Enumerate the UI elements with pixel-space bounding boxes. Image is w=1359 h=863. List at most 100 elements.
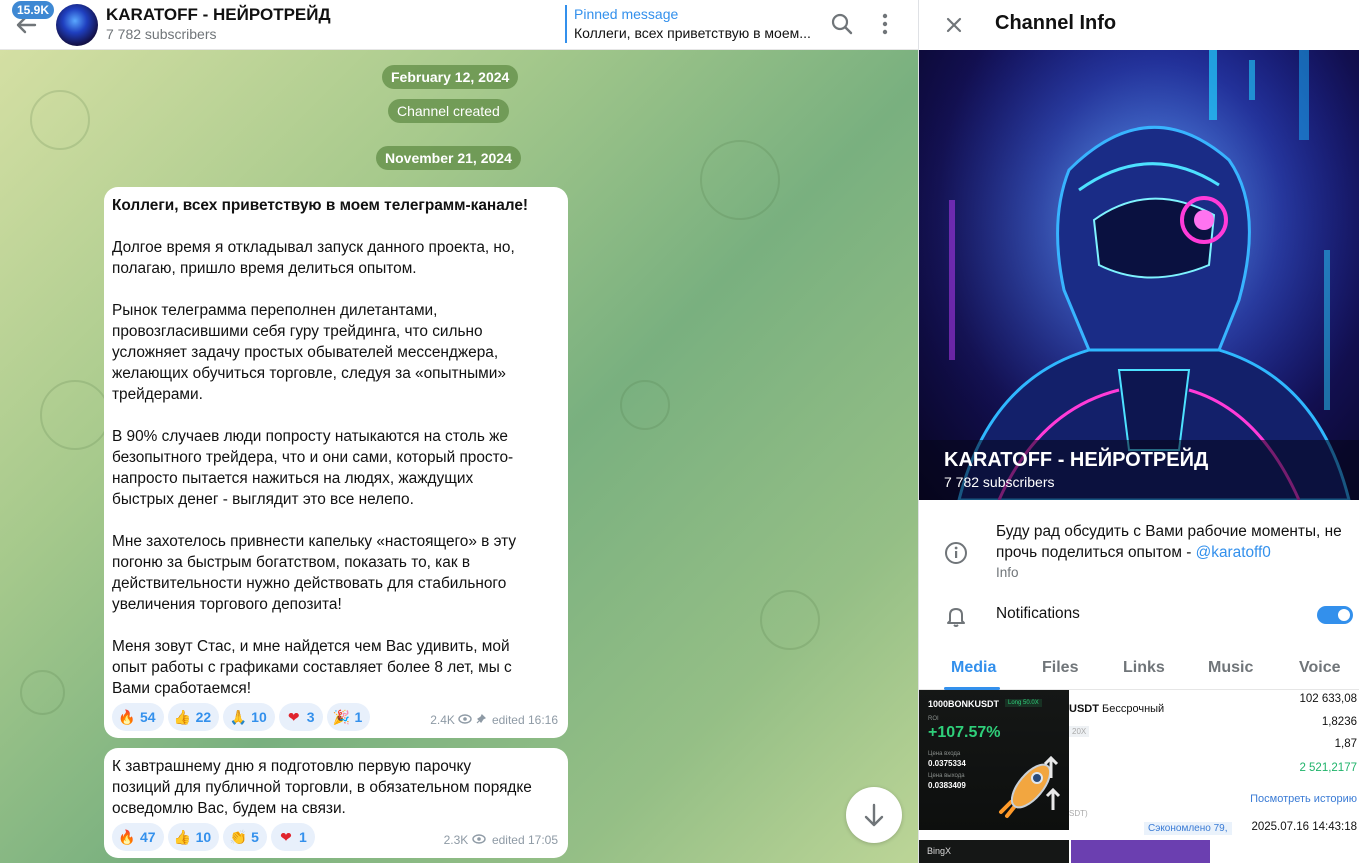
reaction-count: 47	[140, 829, 156, 845]
fire-emoji-icon: 🔥	[118, 830, 136, 846]
message-bubble[interactable]: К завтрашнему дню я подготовлю первую па…	[104, 748, 568, 858]
description-label: Info	[996, 565, 1019, 580]
position-value: 1,87	[1334, 738, 1357, 750]
entry-label: Цена входа	[928, 751, 961, 757]
tab-links[interactable]: Links	[1123, 659, 1165, 677]
info-title: Channel Info	[995, 12, 1117, 34]
channel-avatar[interactable]	[56, 4, 98, 46]
entry-price: 0.0375334	[928, 759, 966, 768]
bell-icon	[947, 608, 965, 627]
pinned-title: Pinned message	[574, 6, 679, 22]
trade-tag: Long 50.0X	[1005, 699, 1042, 707]
chat-title[interactable]: KARATOFF - НЕЙРОТРЕЙД	[106, 5, 331, 25]
message-paragraph: Долгое время я откладывал запуск данного…	[112, 239, 515, 277]
reaction-thumbs-up[interactable]: 👍 10	[167, 823, 220, 851]
chat-panel: 15.9K KARATOFF - НЕЙРОТРЕЙД 7 782 subscr…	[0, 0, 918, 863]
reaction-count: 5	[251, 829, 259, 845]
channel-cover-image[interactable]: KARATOFF - НЕЙРОТРЕЙД 7 782 subscribers	[919, 50, 1359, 500]
eye-icon	[458, 714, 472, 724]
reaction-heart[interactable]: ❤ 1	[270, 823, 315, 851]
leverage-tag: 20X	[1069, 726, 1090, 737]
tab-files[interactable]: Files	[1042, 659, 1078, 677]
notifications-toggle[interactable]	[1317, 606, 1353, 624]
saved-badge: Сэкономлено 79,	[1144, 822, 1232, 835]
background-doodle	[40, 380, 110, 450]
thumbs-up-emoji-icon: 👍	[173, 830, 192, 846]
reaction-count: 10	[195, 829, 212, 845]
tab-media[interactable]: Media	[951, 659, 996, 677]
contact-link[interactable]: @karatoff0	[1196, 544, 1271, 561]
reaction-fire[interactable]: 🔥 47	[112, 823, 164, 851]
background-doodle	[30, 90, 90, 150]
media-grid: 1000BONKUSDT Long 50.0X ROI +107.57% Цен…	[919, 690, 1359, 863]
background-doodle	[620, 380, 670, 430]
date-separator: February 12, 2024	[382, 65, 519, 89]
message-meta: 2.3K edited 17:05	[441, 830, 558, 851]
message-paragraph: Меня зовут Стас, и мне найдется чем Вас …	[112, 638, 512, 697]
reactions-bar: 🔥 54 👍 22 🙏 10 ❤ 3 🎉 1 2.4K edited 16:16	[112, 703, 558, 733]
reaction-count: 10	[251, 709, 267, 725]
fire-emoji-icon: 🔥	[118, 710, 136, 726]
view-count: 2.3K	[443, 833, 469, 847]
heart-emoji-icon: ❤	[280, 830, 292, 846]
message-paragraph: Рынок телеграмма переполнен дилетантами,…	[112, 302, 506, 403]
position-title-bold: USDT	[1069, 703, 1099, 715]
background-doodle	[20, 670, 65, 715]
info-icon-wrapper	[943, 540, 969, 566]
reaction-count: 54	[140, 709, 156, 725]
background-doodle	[700, 140, 780, 220]
description-text: Буду рад обсудить с Вами рабочие моменты…	[996, 523, 1342, 561]
service-message: Channel created	[388, 99, 509, 123]
message-paragraph: В 90% случаев люди попросту натыкаются н…	[112, 428, 514, 508]
search-icon	[831, 13, 853, 35]
position-fragment: SDT)	[1069, 809, 1088, 818]
media-thumbnail[interactable]	[1071, 840, 1210, 863]
more-button[interactable]	[870, 9, 900, 39]
cover-channel-name: KARATOFF - НЕЙРОТРЕЙД	[944, 449, 1209, 471]
media-thumbnail-position-screenshot[interactable]: USDT Бессрочный 102 633,08 1,8236 20X 1,…	[1069, 690, 1359, 863]
position-datetime: 2025.07.16 14:43:18	[1251, 821, 1357, 833]
tab-music[interactable]: Music	[1208, 659, 1253, 677]
reaction-pray[interactable]: 🙏 10	[223, 703, 275, 731]
exit-label: Цена выхода	[928, 773, 965, 779]
trade-pair: 1000BONKUSDT	[928, 699, 1000, 709]
pray-emoji-icon: 🙏	[229, 710, 247, 726]
message-bubble[interactable]: Коллеги, всех приветствую в моем телегра…	[104, 187, 568, 738]
reaction-clap[interactable]: 👏 5	[223, 823, 267, 851]
reaction-heart[interactable]: ❤ 3	[278, 703, 323, 731]
reaction-party[interactable]: 🎉 1	[326, 703, 371, 731]
telegram-window: 15.9K KARATOFF - НЕЙРОТРЕЙД 7 782 subscr…	[0, 0, 1359, 863]
exit-price: 0.0383409	[928, 781, 966, 790]
clap-emoji-icon: 👏	[229, 830, 247, 846]
media-thumbnail-trade-card[interactable]: 1000BONKUSDT Long 50.0X ROI +107.57% Цен…	[919, 690, 1069, 830]
reaction-fire[interactable]: 🔥 54	[112, 703, 164, 731]
reaction-count: 22	[195, 709, 212, 725]
pinned-message[interactable]: Pinned message Коллеги, всех приветствую…	[565, 5, 815, 43]
thumbs-up-emoji-icon: 👍	[173, 710, 192, 726]
search-button[interactable]	[827, 9, 857, 39]
reaction-thumbs-up[interactable]: 👍 22	[167, 703, 220, 731]
position-value: 1,8236	[1321, 716, 1357, 728]
info-header: Channel Info	[919, 0, 1359, 50]
reaction-count: 1	[354, 709, 363, 725]
view-count: 2.4K	[430, 713, 455, 727]
chat-subscribers: 7 782 subscribers	[106, 26, 217, 42]
channel-info-panel: Channel Info KARATOFF - НЕЙРОТРЕЙД 7 782…	[918, 0, 1359, 863]
pinned-text: Коллеги, всех приветствую в моем...	[574, 25, 811, 41]
pin-icon	[476, 713, 486, 724]
arrow-down-icon	[864, 803, 884, 827]
bell-icon-wrapper	[943, 603, 969, 629]
tab-voice[interactable]: Voice	[1299, 659, 1341, 677]
media-thumbnail[interactable]: BingX	[919, 840, 1069, 863]
scroll-down-button[interactable]	[846, 787, 902, 843]
chat-header: 15.9K KARATOFF - НЕЙРОТРЕЙД 7 782 subscr…	[0, 0, 918, 50]
message-text: К завтрашнему дню я подготовлю первую па…	[112, 758, 532, 817]
media-tabs: Media Files Links Music Voice	[919, 650, 1359, 690]
close-button[interactable]	[939, 10, 969, 40]
rocket-icon	[999, 755, 1061, 818]
reaction-count: 3	[306, 709, 315, 725]
edited-time: edited 17:05	[491, 833, 558, 847]
exchange-label: BingX	[927, 846, 952, 856]
info-circle-icon	[945, 542, 967, 564]
robot-portrait-image	[919, 50, 1359, 500]
